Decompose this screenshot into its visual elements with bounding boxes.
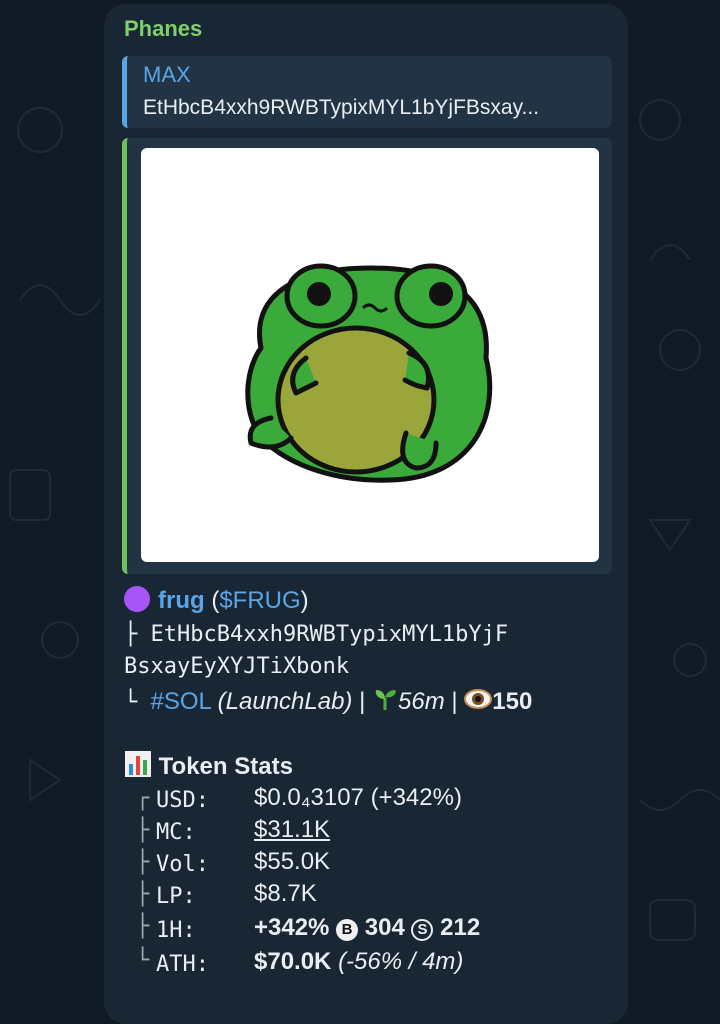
reply-author: MAX — [143, 62, 191, 87]
stat-value-vol: $55.0K — [254, 848, 331, 875]
token-name-link[interactable]: frug — [158, 587, 205, 614]
stat-label-usd: USD: — [156, 788, 209, 813]
ticker-open: ( — [204, 587, 220, 614]
stat-value-ath: $70.0K (-56% / 4m) — [254, 948, 463, 976]
address-line-2[interactable]: BsxayEyXYJTiXbonk — [124, 654, 349, 679]
token-title: frug ($FRUG) — [124, 586, 309, 615]
stat-value-mc-link[interactable]: $31.1K — [254, 816, 330, 844]
tree-end: └ — [124, 689, 151, 715]
ticker-close: ) — [300, 587, 309, 614]
bar-chart-icon — [124, 750, 152, 785]
address-line-1[interactable]: ├ EtHbcB4xxh9RWBTypixMYL1bYjF — [124, 622, 508, 647]
separator-2: | — [451, 687, 458, 715]
ath-change: (-56% / 4m) — [338, 948, 464, 975]
purple-circle-icon — [124, 586, 150, 612]
launchpad-label: (LaunchLab) — [217, 687, 353, 715]
tree-line: ├ — [136, 818, 150, 843]
stat-label-lp: LP: — [156, 884, 196, 909]
buys-icon: B — [336, 919, 359, 941]
stat-value-1h: +342% B 304 S 212 — [254, 914, 480, 942]
change-1h: +342% — [254, 914, 330, 941]
seedling-icon — [372, 686, 398, 719]
frog-image — [245, 263, 493, 483]
reply-quote[interactable]: MAX EtHbcB4xxh9RWBTypixMYL1bYjFBsxay... — [122, 56, 612, 128]
sender-name[interactable]: Phanes — [124, 16, 202, 42]
age-value: 56m — [398, 687, 445, 715]
chain-hashtag[interactable]: #SOL — [151, 688, 211, 715]
stat-value-lp: $8.7K — [254, 880, 317, 907]
meta-line: └ #SOL (LaunchLab) | 56m | 150 — [124, 686, 532, 719]
stat-label-vol: Vol: — [156, 852, 209, 877]
tree-line: ├ — [136, 882, 150, 907]
views-value: 150 — [492, 687, 533, 715]
stats-heading: Token Stats — [124, 750, 293, 785]
link-preview[interactable] — [122, 138, 612, 574]
tree-branch: ├ — [124, 622, 151, 647]
stat-label-ath: ATH: — [156, 952, 209, 977]
tree-line: ├ — [136, 914, 150, 939]
sells-icon: S — [411, 919, 434, 941]
ath-value: $70.0K — [254, 948, 332, 975]
stat-value-usd: $0.0₄3107 (+342%) — [254, 784, 462, 811]
tree-line: └ — [136, 948, 150, 973]
tree-line: ├ — [136, 850, 150, 875]
token-image[interactable] — [141, 148, 599, 562]
reply-text: EtHbcB4xxh9RWBTypixMYL1bYjFBsxay... — [143, 96, 540, 119]
stats-title: Token Stats — [158, 752, 293, 780]
tree-line: ┌ — [136, 786, 150, 811]
sells-count: 212 — [440, 914, 481, 941]
buys-count: 304 — [364, 914, 405, 941]
eye-icon — [464, 687, 493, 718]
separator: | — [359, 687, 366, 715]
stat-label-mc: MC: — [156, 820, 196, 845]
stat-label-1h: 1H: — [156, 918, 196, 943]
ticker-link[interactable]: $FRUG — [219, 587, 300, 614]
address-part-1: EtHbcB4xxh9RWBTypixMYL1bYjF — [150, 622, 509, 647]
